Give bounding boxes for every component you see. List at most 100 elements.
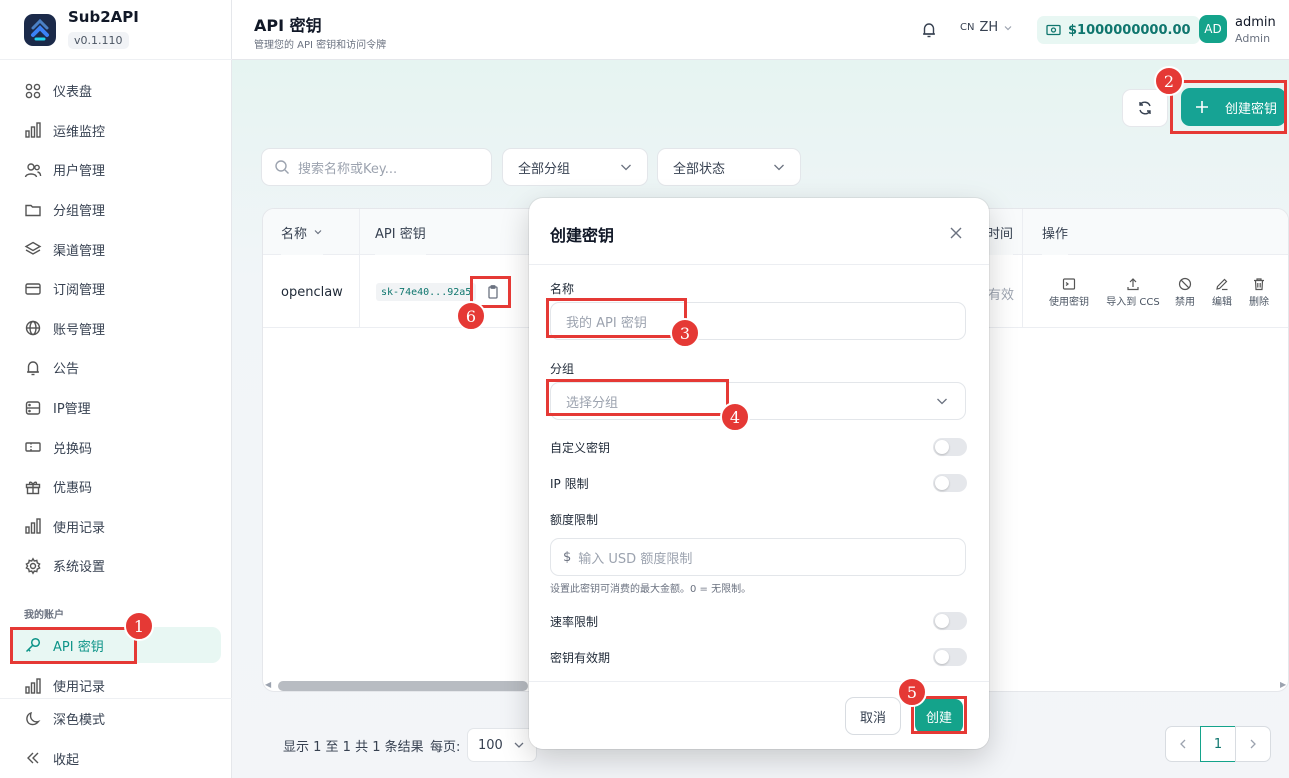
sidebar-item-label: 公告: [53, 362, 80, 378]
sidebar-item-users[interactable]: 用户管理: [0, 150, 232, 190]
double-chevron-left-icon: [24, 749, 42, 767]
refresh-button[interactable]: [1122, 89, 1168, 127]
group-label: 分组: [550, 362, 575, 376]
action-label: 删除: [1249, 297, 1269, 308]
sidebar-item-channels[interactable]: 渠道管理: [0, 229, 232, 269]
dollar-prefix: $: [563, 549, 572, 565]
language-switcher[interactable]: CN ZH: [960, 20, 1013, 35]
dialog-title: 创建密钥: [550, 226, 615, 245]
sidebar-item-label: 账号管理: [53, 322, 106, 338]
action-import-ccs[interactable]: 导入到 CCS: [1103, 277, 1163, 308]
column-header-name[interactable]: 名称: [281, 209, 324, 255]
action-label: 禁用: [1175, 297, 1195, 308]
dialog-header: 创建密钥: [529, 198, 989, 265]
name-label: 名称: [550, 282, 575, 296]
group-select[interactable]: 选择分组: [550, 382, 966, 420]
sidebar-item-label: 分组管理: [53, 204, 106, 220]
custom-key-toggle[interactable]: [933, 438, 967, 456]
ticket-icon: [24, 438, 42, 456]
notification-bell-icon[interactable]: [920, 21, 938, 39]
scroll-right-arrow-icon[interactable]: ▶: [1280, 680, 1286, 689]
chevron-down-icon: [772, 160, 786, 174]
group-placeholder: 选择分组: [566, 395, 619, 411]
sidebar-item-subscriptions[interactable]: 订阅管理: [0, 269, 232, 309]
moon-icon: [24, 710, 42, 728]
sidebar-item-coupons[interactable]: 优惠码: [0, 467, 232, 507]
sidebar-item-label: 用户管理: [53, 164, 106, 180]
collapse-sidebar-button[interactable]: 收起: [0, 739, 232, 778]
sidebar-item-api-keys[interactable]: API 密钥: [11, 627, 221, 663]
status-filter-select[interactable]: 全部状态: [657, 148, 801, 186]
sidebar-item-redeem[interactable]: 兑换码: [0, 427, 232, 467]
chevron-left-icon: [1177, 738, 1189, 750]
action-delete[interactable]: 删除: [1234, 277, 1284, 308]
expiry-label: 密钥有效期: [550, 651, 611, 665]
sidebar-item-accounts[interactable]: 账号管理: [0, 309, 232, 349]
action-label: 使用密钥: [1049, 297, 1089, 308]
sidebar-item-announcements[interactable]: 公告: [0, 348, 232, 388]
page-subtitle: 管理您的 API 密钥和访问令牌: [254, 40, 387, 51]
sidebar-item-monitoring[interactable]: 运维监控: [0, 111, 232, 151]
name-placeholder: 我的 API 密钥: [566, 315, 647, 331]
annotation-badge-6: 6: [456, 301, 486, 331]
scroll-left-arrow-icon[interactable]: ◀: [265, 680, 271, 689]
sidebar-item-label: IP管理: [53, 402, 91, 418]
ip-limit-toggle[interactable]: [933, 474, 967, 492]
server-icon: [24, 399, 42, 417]
lang-code: ZH: [979, 20, 999, 35]
page-button-1[interactable]: 1: [1200, 726, 1236, 762]
balance-badge: $1000000000.00: [1037, 16, 1200, 44]
action-label: 编辑: [1212, 297, 1232, 308]
copy-icon[interactable]: [485, 284, 501, 300]
pagination-info: 显示 1 至 1 共 1 条结果: [283, 740, 424, 755]
plus-icon: [1195, 100, 1209, 114]
chevron-down-icon: [513, 739, 525, 751]
close-icon[interactable]: [947, 224, 965, 242]
chevron-down-icon: [619, 160, 633, 174]
refresh-icon: [1137, 100, 1153, 116]
sidebar-nav: 仪表盘 运维监控 用户管理 分组管理 渠道管理 订阅管理 账号管理 公告 IP管…: [0, 71, 232, 586]
search-input[interactable]: 搜索名称或Key...: [261, 148, 492, 186]
expiry-toggle[interactable]: [933, 648, 967, 666]
sidebar-item-ip[interactable]: IP管理: [0, 388, 232, 428]
cancel-button[interactable]: 取消: [845, 697, 901, 735]
annotation-badge-5: 5: [897, 677, 927, 707]
sidebar-item-dashboard[interactable]: 仪表盘: [0, 71, 232, 111]
dark-mode-label: 深色模式: [53, 713, 106, 729]
credit-card-icon: [24, 280, 42, 298]
action-label: 导入到 CCS: [1106, 297, 1160, 308]
name-input[interactable]: 我的 API 密钥: [550, 302, 966, 340]
sidebar-item-usage[interactable]: 使用记录: [0, 507, 232, 547]
sidebar-item-settings[interactable]: 系统设置: [0, 546, 232, 586]
key-icon: [24, 636, 42, 654]
sidebar-item-label: 优惠码: [53, 481, 93, 497]
annotation-badge-4: 4: [720, 402, 750, 432]
bar-chart-icon: [24, 121, 42, 139]
bell-icon: [24, 359, 42, 377]
dark-mode-toggle[interactable]: 深色模式: [0, 699, 232, 739]
quota-input[interactable]: $ 输入 USD 额度限制: [550, 538, 966, 576]
sidebar: Sub2API v0.1.110 仪表盘 运维监控 用户管理 分组管理 渠道管理…: [0, 0, 232, 778]
group-filter-select[interactable]: 全部分组: [502, 148, 648, 186]
status-filter-value: 全部状态: [673, 161, 726, 177]
sidebar-item-label: 使用记录: [53, 520, 106, 536]
create-key-button[interactable]: 创建密钥: [1181, 88, 1286, 126]
trash-icon: [1252, 277, 1266, 291]
balance-amount: $1000000000.00: [1068, 22, 1191, 38]
rate-limit-toggle[interactable]: [933, 612, 967, 630]
group-filter-value: 全部分组: [518, 161, 571, 177]
per-page-select[interactable]: 100: [467, 728, 537, 762]
prev-page-button[interactable]: [1165, 726, 1201, 762]
annotation-badge-1: 1: [124, 611, 154, 641]
horizontal-scrollbar[interactable]: [278, 681, 528, 691]
search-placeholder: 搜索名称或Key...: [298, 161, 398, 177]
brand: Sub2API v0.1.110: [0, 0, 232, 60]
user-name: admin: [1235, 15, 1276, 30]
sidebar-item-label: 渠道管理: [53, 243, 106, 259]
avatar[interactable]: AD: [1199, 15, 1227, 43]
next-page-button[interactable]: [1235, 726, 1271, 762]
action-use-key[interactable]: 使用密钥: [1044, 277, 1094, 308]
sidebar-item-groups[interactable]: 分组管理: [0, 190, 232, 230]
edit-icon: [1215, 277, 1229, 291]
create-button[interactable]: 创建: [915, 699, 963, 733]
